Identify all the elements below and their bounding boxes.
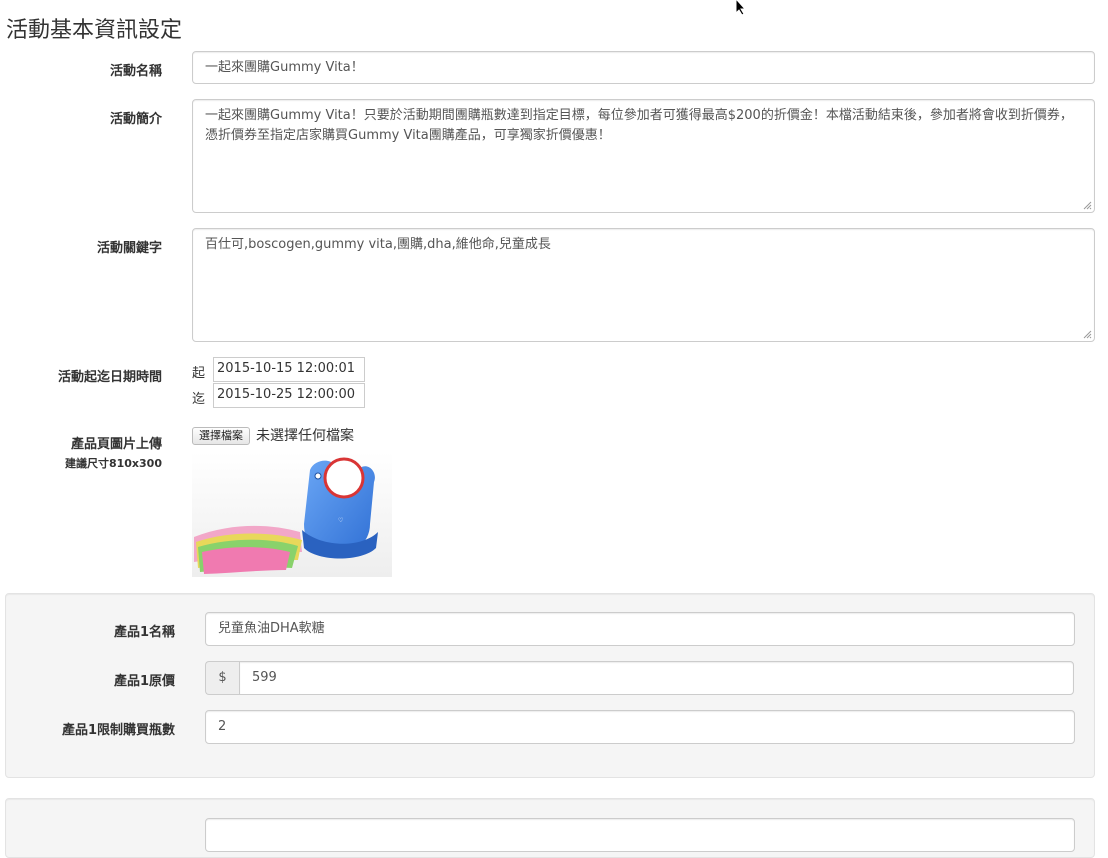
file-status-text: 未選擇任何檔案 (256, 428, 354, 444)
upload-label: 產品頁圖片上傳 (70, 437, 162, 452)
event-dates-label: 活動起迄日期時間 (57, 370, 162, 385)
product-1-limit-label: 產品1限制購買瓶數 (61, 723, 175, 738)
event-name-label: 活動名稱 (109, 64, 162, 79)
product-2-name-input[interactable] (205, 818, 1075, 852)
start-date-prefix: 起 (192, 366, 206, 381)
start-datetime-input[interactable]: 2015-10-15 12:00:01 (213, 357, 365, 382)
event-intro-label: 活動簡介 (109, 112, 162, 127)
currency-addon: $ (205, 661, 239, 695)
event-intro-textarea[interactable]: 一起來團購Gummy Vita！只要於活動期間團購瓶數達到指定目標，每位參加者可… (192, 99, 1095, 213)
product-1-name-input[interactable]: 兒童魚油DHA軟糖 (205, 612, 1075, 646)
product-1-limit-input[interactable]: 2 (205, 710, 1075, 744)
event-intro-text: 一起來團購Gummy Vita！只要於活動期間團購瓶數達到指定目標，每位參加者可… (205, 108, 1073, 143)
event-name-input[interactable]: 一起來團購Gummy Vita！ (192, 51, 1095, 84)
page-title: 活動基本資訊設定 (6, 18, 183, 43)
end-datetime-input[interactable]: 2015-10-25 12:00:00 (213, 383, 365, 408)
product-image-bib: ♡ (192, 452, 392, 577)
choose-file-button[interactable]: 選擇檔案 (192, 427, 250, 445)
upload-size-hint: 建議尺寸810x300 (64, 457, 162, 470)
resize-grip-icon[interactable] (1083, 330, 1092, 339)
product-1-name-label: 產品1名稱 (113, 625, 175, 640)
event-keywords-text: 百仕可,boscogen,gummy vita,團購,dha,維他命,兒童成長 (205, 237, 551, 252)
product-1-price-input[interactable]: 599 (239, 661, 1074, 695)
event-keywords-label: 活動關鍵字 (96, 241, 162, 256)
svg-text:♡: ♡ (338, 517, 343, 524)
mouse-pointer-icon (735, 0, 747, 16)
product-image: ♡ (192, 452, 392, 577)
resize-grip-icon[interactable] (1083, 201, 1092, 210)
end-date-prefix: 迄 (192, 392, 206, 407)
event-keywords-textarea[interactable]: 百仕可,boscogen,gummy vita,團購,dha,維他命,兒童成長 (192, 228, 1095, 342)
product-1-price-label: 產品1原價 (113, 674, 175, 689)
